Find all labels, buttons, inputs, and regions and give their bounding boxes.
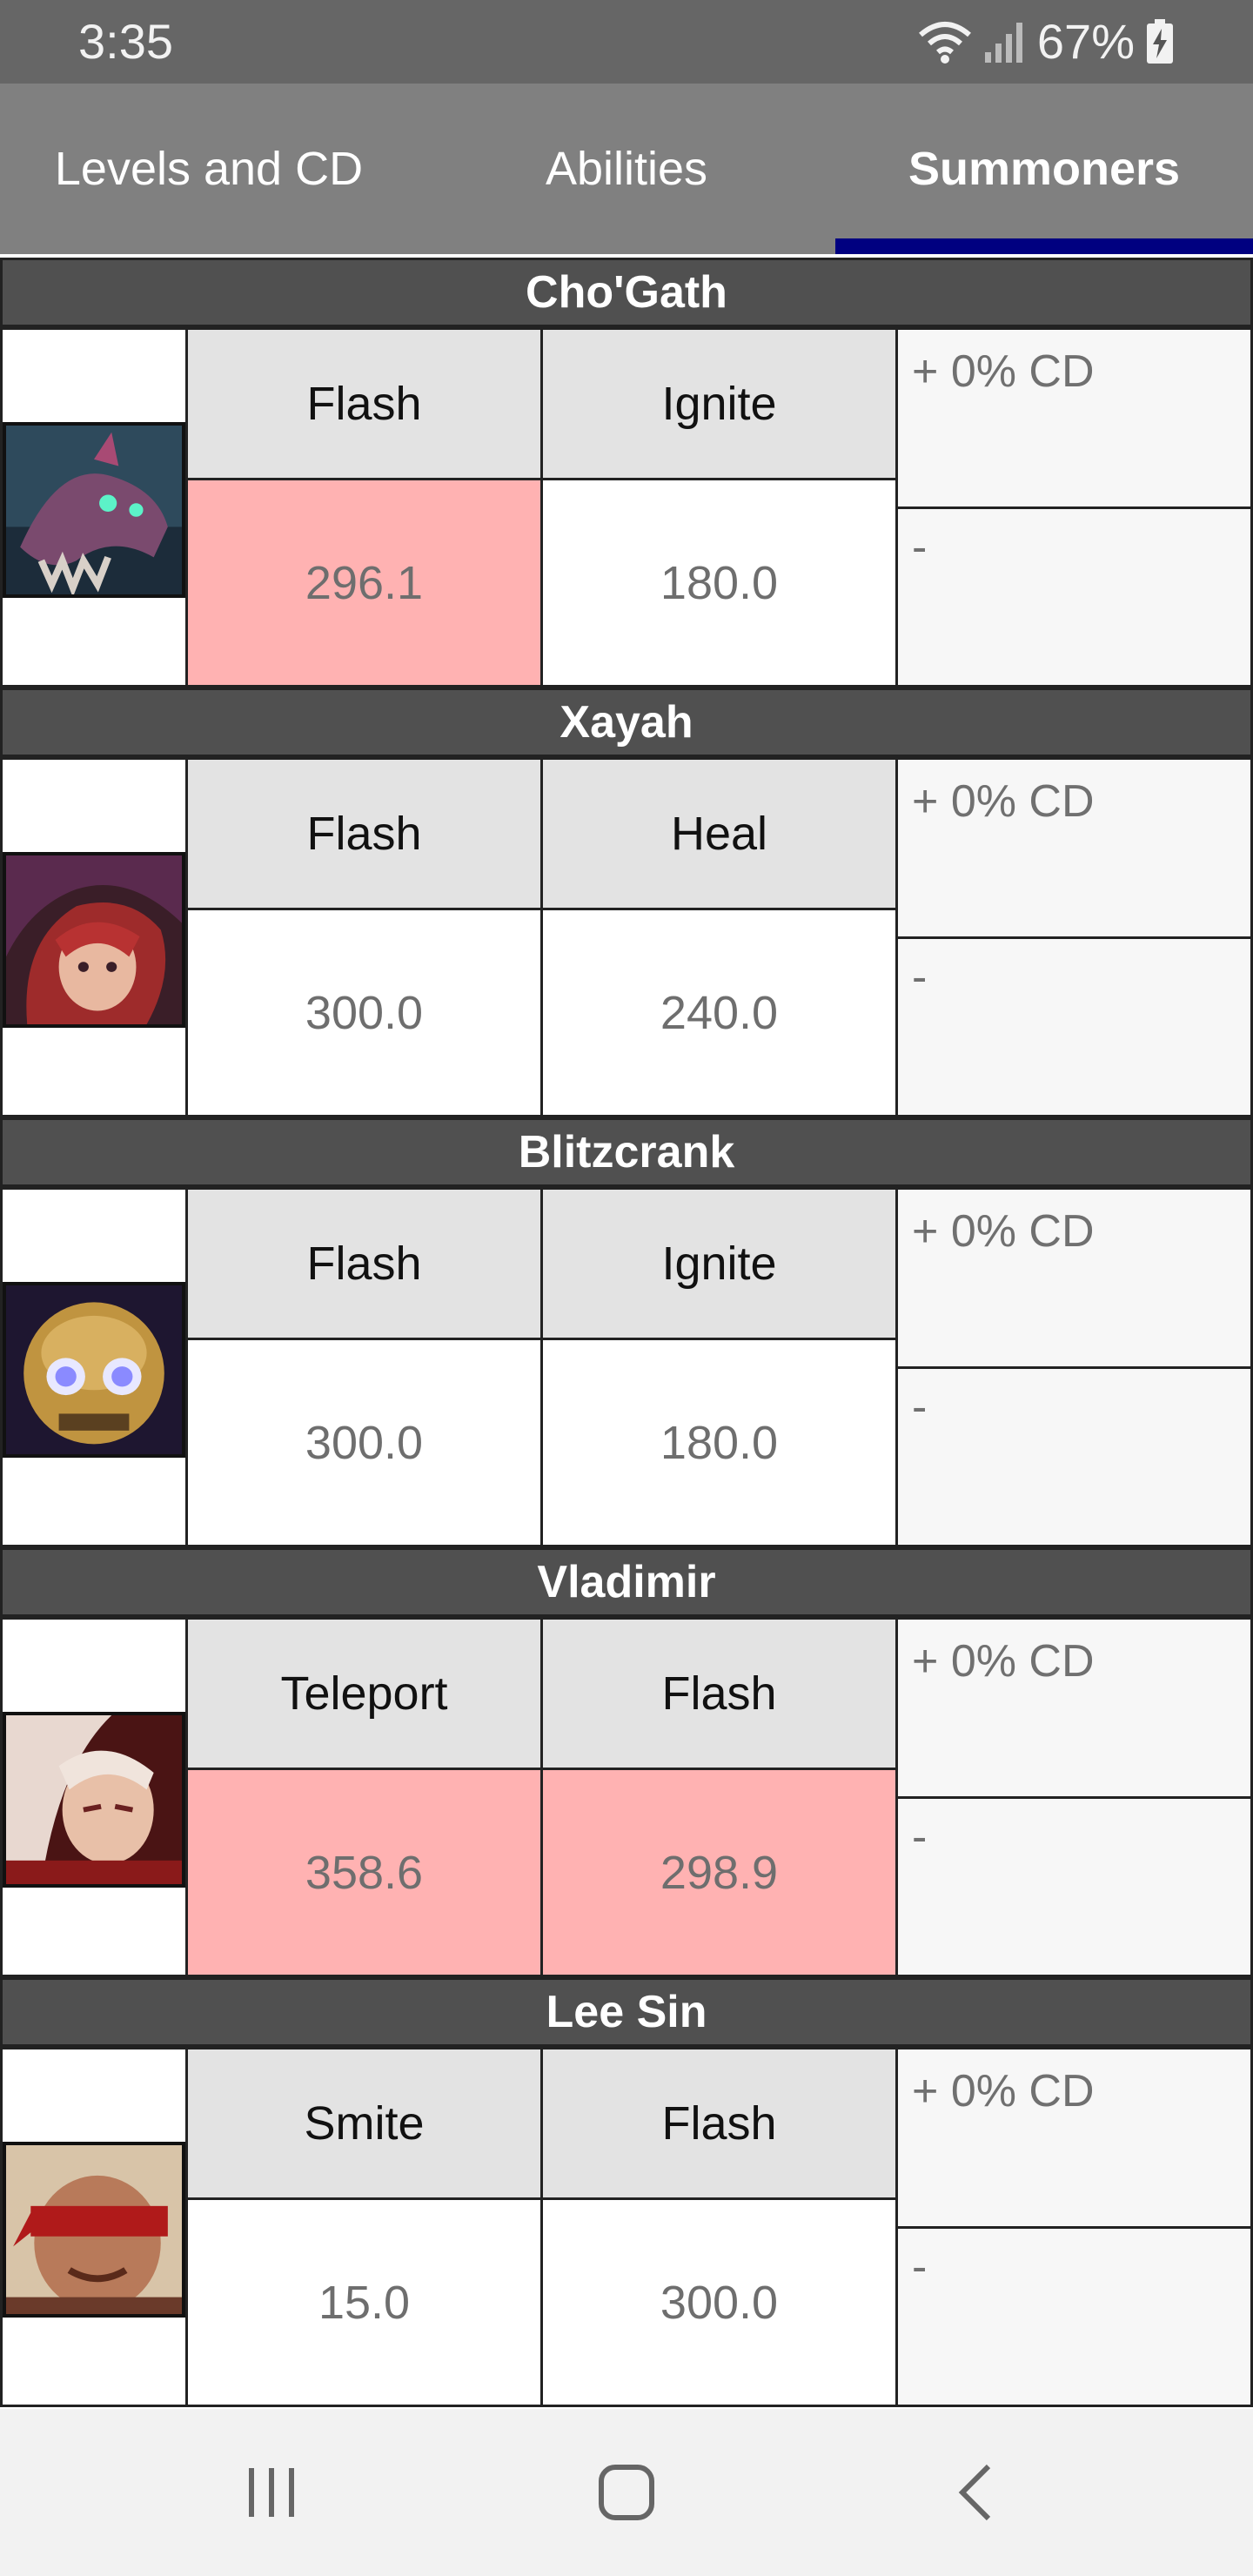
champion-name: Lee Sin [0, 1977, 1253, 2047]
champion-note[interactable]: - [895, 2226, 1253, 2407]
portrait-cell [0, 327, 188, 688]
cd-modifier[interactable]: + 0% CD [895, 1617, 1253, 1799]
cd-modifier[interactable]: + 0% CD [895, 2047, 1253, 2229]
summoner-spell-1-name: Flash [185, 327, 543, 480]
summoner-spell-2-cooldown[interactable]: 300.0 [540, 2197, 898, 2407]
summoner-spell-2-name: Ignite [540, 327, 898, 480]
cd-modifier[interactable]: + 0% CD [895, 327, 1253, 509]
selected-tab-indicator [835, 238, 1253, 254]
tab-bar: Levels and CD Abilities Summoners [0, 84, 1253, 254]
chogath-portrait [3, 422, 185, 598]
portrait-cell [0, 1617, 188, 1977]
champion-name: Xayah [0, 688, 1253, 757]
champion-card: Xayah Flash Heal 300.0 240.0 + 0% CD - [0, 688, 1253, 1117]
summoner-spell-2-name: Flash [540, 1617, 898, 1770]
status-bar: 3:35 67% [0, 0, 1253, 84]
champion-card: Blitzcrank Flash Ignite 300.0 180.0 + 0%… [0, 1117, 1253, 1547]
cd-modifier[interactable]: + 0% CD [895, 1187, 1253, 1369]
summoner-spell-1-cooldown[interactable]: 296.1 [185, 478, 543, 688]
champion-card: Lee Sin Smite Flash 15.0 300.0 + 0% CD - [0, 1977, 1253, 2407]
summoner-spell-1-cooldown[interactable]: 300.0 [185, 1338, 543, 1547]
champion-note[interactable]: - [895, 506, 1253, 688]
back-button[interactable] [888, 2409, 1062, 2576]
tab-levels-and-cd[interactable]: Levels and CD [0, 84, 418, 254]
cd-modifier[interactable]: + 0% CD [895, 757, 1253, 939]
summoner-spell-1-cooldown[interactable]: 15.0 [185, 2197, 543, 2407]
navigation-bar [0, 2409, 1253, 2576]
recent-apps-icon [244, 2465, 299, 2520]
champion-card: Vladimir Teleport Flash 358.6 298.9 + 0%… [0, 1547, 1253, 1977]
summoner-spell-2-name: Heal [540, 757, 898, 910]
blitzcrank-portrait [3, 1282, 185, 1458]
champion-name: Vladimir [0, 1547, 1253, 1617]
champion-name: Cho'Gath [0, 258, 1253, 327]
summoner-spell-2-name: Flash [540, 2047, 898, 2200]
summoner-spell-1-name: Flash [185, 1187, 543, 1340]
portrait-cell [0, 2047, 188, 2407]
portrait-cell [0, 757, 188, 1117]
home-button[interactable] [539, 2409, 714, 2576]
summoner-spell-2-name: Ignite [540, 1187, 898, 1340]
summoner-spell-1-name: Flash [185, 757, 543, 910]
tab-summoners[interactable]: Summoners [835, 84, 1253, 254]
signal-icon [983, 19, 1027, 64]
summoner-spell-2-cooldown[interactable]: 180.0 [540, 1338, 898, 1547]
xayah-portrait [3, 852, 185, 1028]
battery-percentage: 67% [1036, 14, 1135, 69]
status-time: 3:35 [78, 14, 173, 69]
back-icon [955, 2463, 994, 2522]
summoner-spell-1-name: Smite [185, 2047, 543, 2200]
champion-note[interactable]: - [895, 936, 1253, 1117]
summoner-spell-2-cooldown[interactable]: 298.9 [540, 1768, 898, 1977]
summoner-spell-1-cooldown[interactable]: 358.6 [185, 1768, 543, 1977]
champion-card: Cho'Gath Flash Ignite 296.1 180.0 + 0% C… [0, 258, 1253, 688]
champion-note[interactable]: - [895, 1366, 1253, 1547]
home-icon [598, 2464, 655, 2521]
summoner-spell-1-name: Teleport [185, 1617, 543, 1770]
champion-note[interactable]: - [895, 1796, 1253, 1977]
portrait-cell [0, 1187, 188, 1547]
battery-charging-icon [1145, 18, 1175, 65]
champion-name: Blitzcrank [0, 1117, 1253, 1187]
summoner-spell-2-cooldown[interactable]: 240.0 [540, 908, 898, 1117]
champion-list[interactable]: Cho'Gath Flash Ignite 296.1 180.0 + 0% C… [0, 258, 1253, 2409]
summoner-spell-1-cooldown[interactable]: 300.0 [185, 908, 543, 1117]
wifi-icon [917, 19, 973, 64]
status-icons: 67% [917, 12, 1175, 71]
recent-apps-button[interactable] [184, 2409, 358, 2576]
vladimir-portrait [3, 1712, 185, 1888]
leesin-portrait [3, 2142, 185, 2318]
summoner-spell-2-cooldown[interactable]: 180.0 [540, 478, 898, 688]
tab-abilities[interactable]: Abilities [418, 84, 835, 254]
